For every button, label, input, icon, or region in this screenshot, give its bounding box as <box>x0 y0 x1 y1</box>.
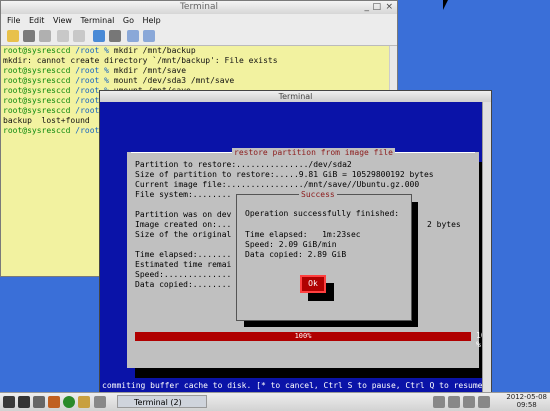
clock-time: 09:58 <box>516 401 537 409</box>
data-copied: Data copied: 2.89 GiB <box>245 250 347 259</box>
terminal-line: root@sysresccd /root % mount /dev/sda3 /… <box>3 76 389 86</box>
prompt: root@sysresccd /root % <box>3 96 109 105</box>
command-text: mkdir /mnt/save <box>108 66 187 75</box>
prompt: root@sysresccd /root % <box>3 86 109 95</box>
terminal-output-2[interactable]: restore partition from image file Partit… <box>100 102 490 392</box>
prompt-dir: /root % <box>75 46 109 55</box>
tray-icon[interactable] <box>478 396 490 408</box>
dialog-title: restore partition from image file <box>232 148 395 157</box>
progress-text: 100% <box>294 332 312 340</box>
ok-button[interactable]: Ok <box>300 275 326 293</box>
task-label: Terminal (2) <box>134 398 182 407</box>
next-tab-icon[interactable] <box>143 30 155 42</box>
editor-launcher-icon[interactable] <box>48 396 60 408</box>
zoom-icon[interactable] <box>109 30 121 42</box>
menu-help[interactable]: Help <box>143 16 161 25</box>
clock[interactable]: 2012-05-08 09:58 <box>506 393 547 409</box>
terminal-line: root@sysresccd /root % mkdir /mnt/save <box>3 66 389 76</box>
window-title-2: Terminal <box>278 92 313 101</box>
command-text: mkdir /mnt/backup <box>108 46 196 55</box>
success-dialog: Success Operation successfully finished:… <box>236 190 412 321</box>
taskbar: Terminal (2) 2012-05-08 09:58 <box>0 392 550 411</box>
prompt: root@sysresccd /root % <box>3 76 109 85</box>
maximize-button[interactable]: □ <box>372 1 381 14</box>
terminal-window-2[interactable]: Terminal restore partition from image fi… <box>99 90 492 393</box>
dialog-row: Time elapsed:....... <box>135 250 232 259</box>
network-icon[interactable] <box>463 396 475 408</box>
dialog-row: Estimated time remai <box>135 260 232 269</box>
status-line: commiting buffer cache to disk. [* to ca… <box>102 381 488 390</box>
menu-view[interactable]: View <box>53 16 72 25</box>
close-button[interactable]: × <box>385 1 393 14</box>
gparted-launcher-icon[interactable] <box>78 396 90 408</box>
menu-go[interactable]: Go <box>123 16 134 25</box>
menubar: File Edit View Terminal Go Help <box>1 14 397 28</box>
progress-bar: 100% <box>135 332 471 341</box>
paste-icon[interactable] <box>73 30 85 42</box>
prompt-dir: /root % <box>75 76 109 85</box>
minimize-button[interactable]: _ <box>365 1 370 14</box>
terminal-launcher-icon[interactable] <box>18 396 30 408</box>
titlebar-2[interactable]: Terminal <box>100 91 491 102</box>
prompt: root@sysresccd /root % <box>3 46 109 55</box>
dialog-row: Speed:.............. <box>135 270 232 279</box>
command-text: mount /dev/sda3 /mnt/save <box>108 76 235 85</box>
files-launcher-icon[interactable] <box>33 396 45 408</box>
new-tab-icon[interactable] <box>7 30 19 42</box>
keyboard-icon[interactable] <box>433 396 445 408</box>
prompt: root@sysresccd /root % <box>3 106 109 115</box>
dialog-row: Size of partition to restore:.....9.81 G… <box>135 170 434 179</box>
size-suffix: 2 bytes <box>427 220 461 229</box>
dialog-row: Partition was on dev <box>135 210 232 219</box>
speed: Speed: 2.09 GiB/min <box>245 240 337 249</box>
time-elapsed: Time elapsed: 1m:23sec <box>245 230 361 239</box>
volume-icon[interactable] <box>448 396 460 408</box>
dialog-row: Current image file:................/mnt/… <box>135 180 420 189</box>
success-message: Operation successfully finished: <box>245 209 400 218</box>
window-title: Terminal <box>179 2 219 12</box>
copy-icon[interactable] <box>57 30 69 42</box>
browser-launcher-icon[interactable] <box>63 396 75 408</box>
titlebar[interactable]: Terminal _ □ × <box>1 1 397 15</box>
prompt: root@sysresccd /root % <box>3 66 109 75</box>
terminal-line: root@sysresccd /root % mkdir /mnt/backup <box>3 46 389 56</box>
mouse-cursor-icon <box>443 0 448 10</box>
dialog-row: Data copied:........ <box>135 280 232 289</box>
clock-date: 2012-05-08 <box>506 393 547 401</box>
menu-icon[interactable] <box>3 396 15 408</box>
dialog-row: Partition to restore:.............../dev… <box>135 160 352 169</box>
dialog-row: Size of the original <box>135 230 232 239</box>
success-title: Success <box>299 190 337 199</box>
dialog-row: Image created on:... <box>135 220 232 229</box>
screenshot-launcher-icon[interactable] <box>94 396 106 408</box>
terminal-line: mkdir: cannot create directory `/mnt/bac… <box>3 56 278 65</box>
fullscreen-icon[interactable] <box>93 30 105 42</box>
close-tab-icon[interactable] <box>39 30 51 42</box>
prompt: root@sysresccd /root % <box>3 126 109 135</box>
new-window-icon[interactable] <box>23 30 35 42</box>
menu-edit[interactable]: Edit <box>29 16 45 25</box>
scrollbar-2[interactable] <box>482 102 491 392</box>
prev-tab-icon[interactable] <box>127 30 139 42</box>
taskbar-terminal-button[interactable]: Terminal (2) <box>117 395 207 408</box>
menu-file[interactable]: File <box>7 16 20 25</box>
prompt-dir: /root % <box>75 66 109 75</box>
toolbar <box>1 28 397 46</box>
menu-terminal[interactable]: Terminal <box>81 16 115 25</box>
dialog-row: File system:........ <box>135 190 232 199</box>
